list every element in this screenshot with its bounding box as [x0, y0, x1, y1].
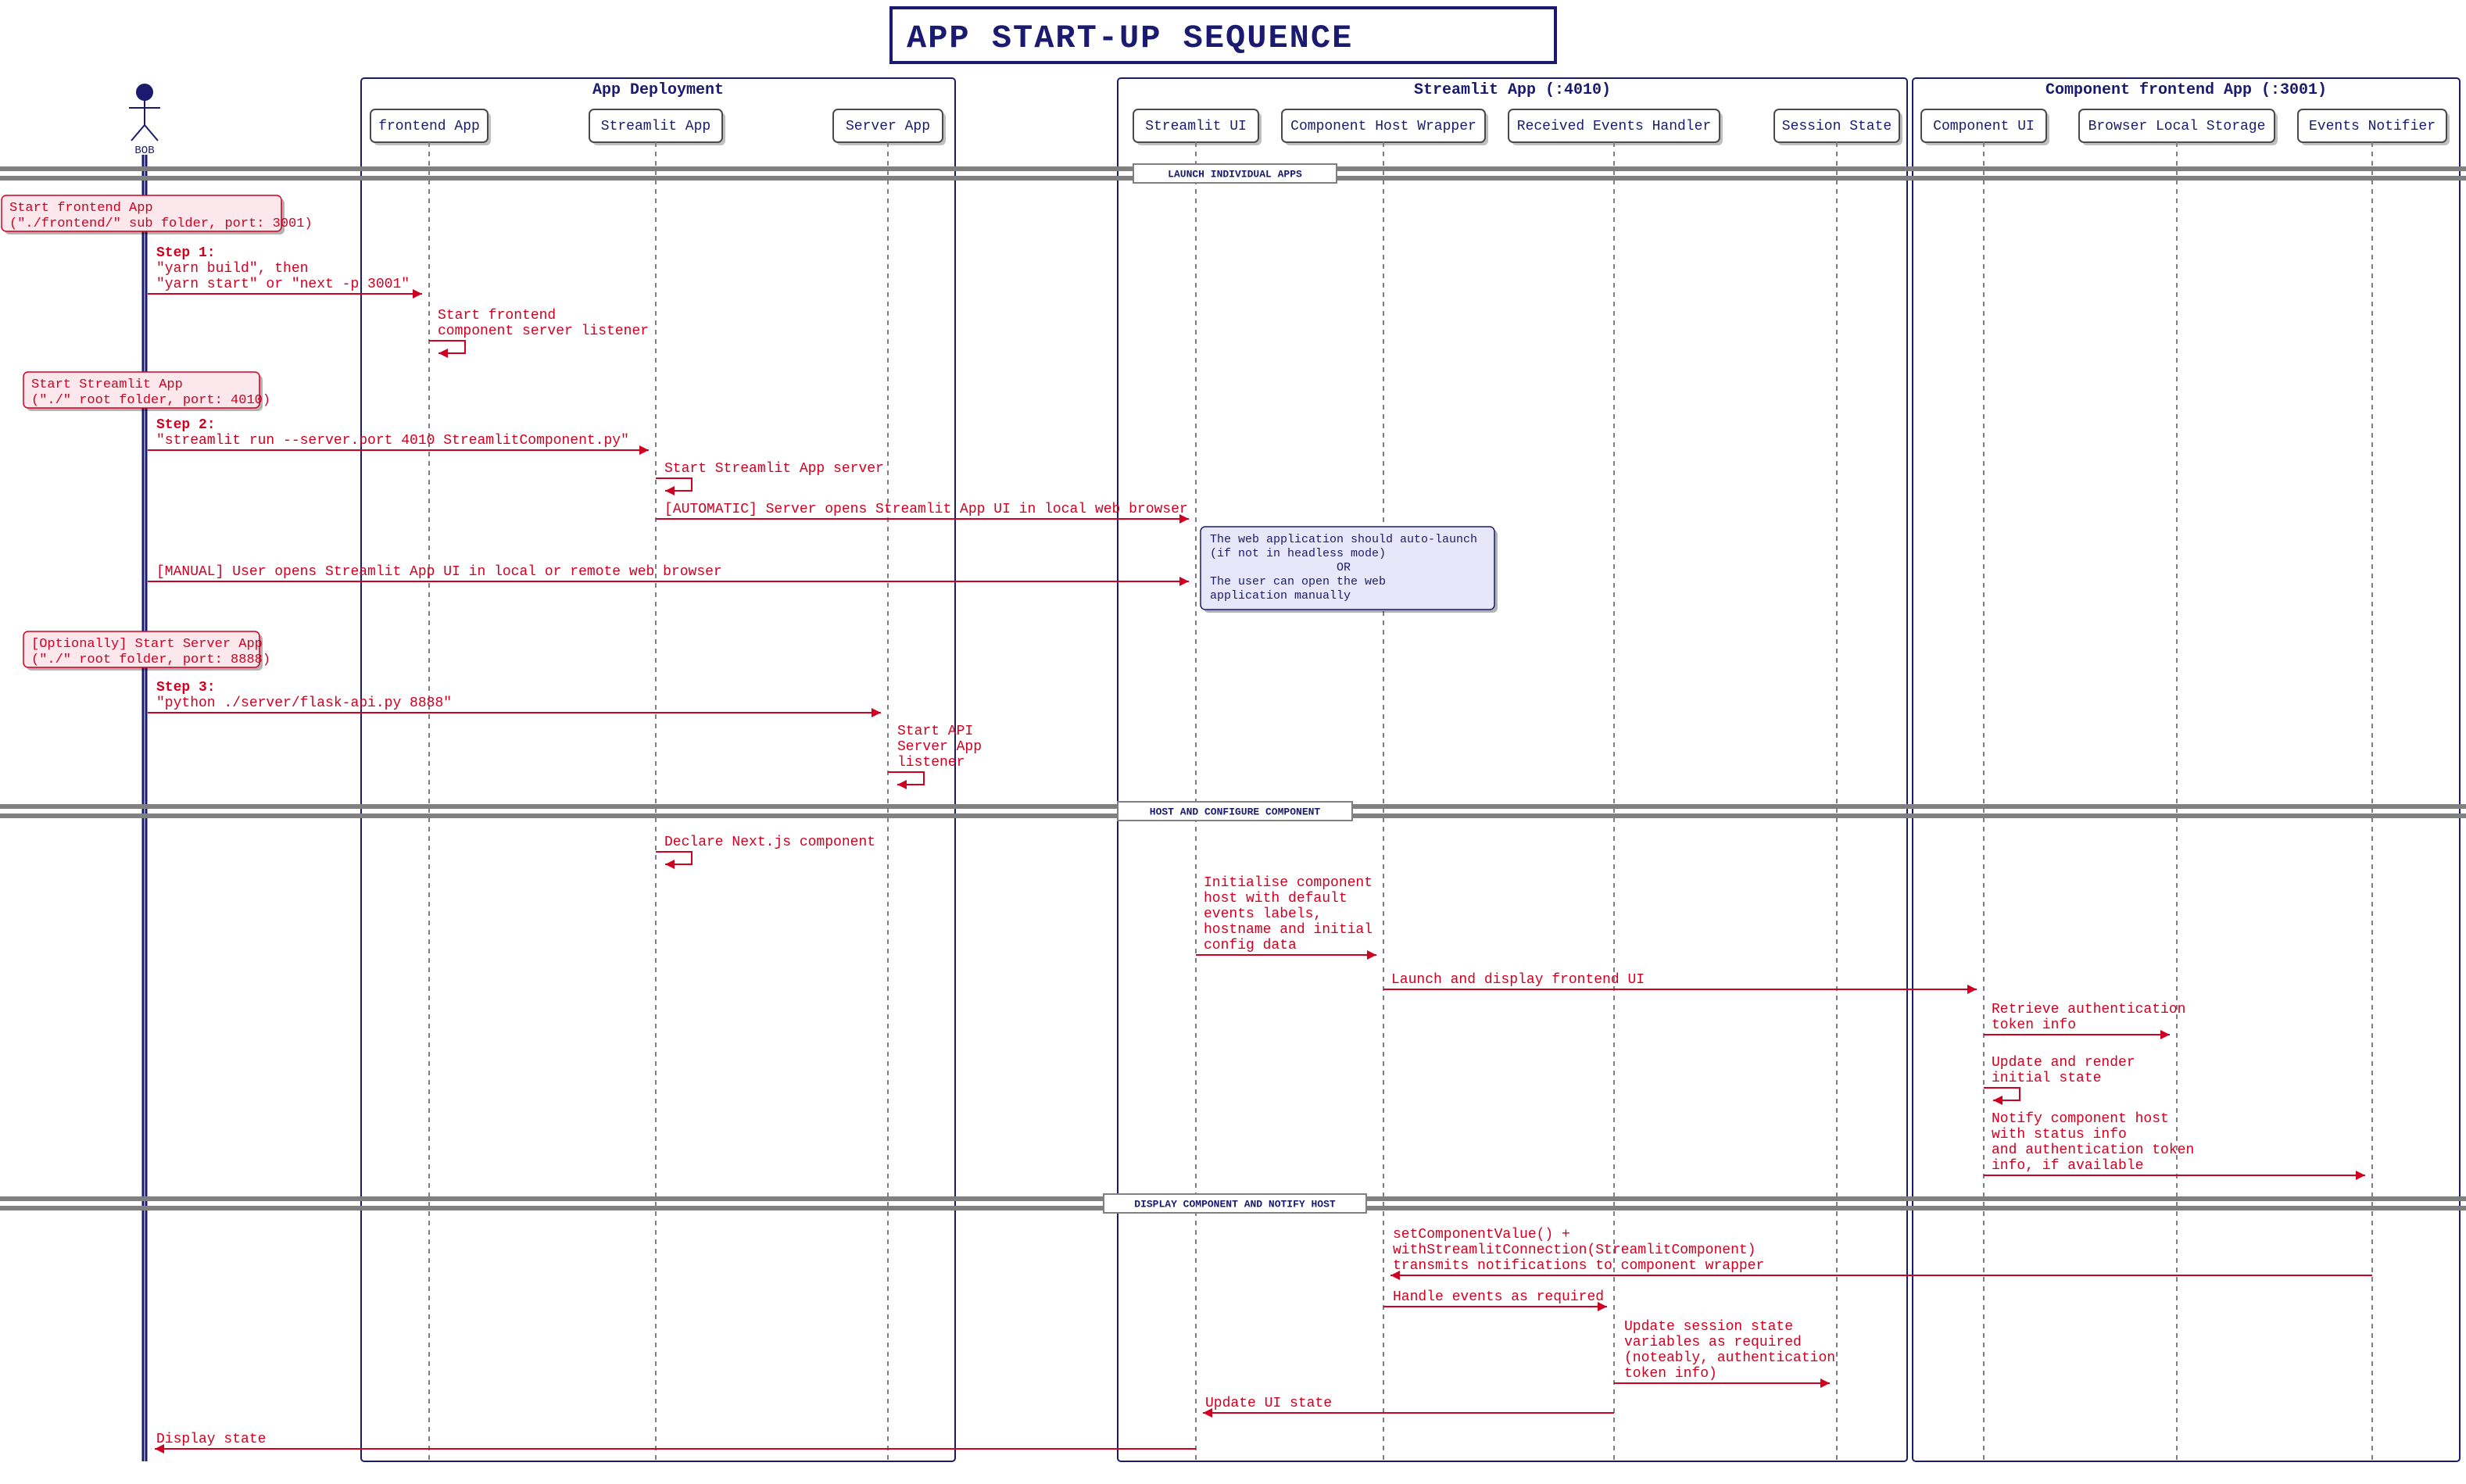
svg-text:Streamlit UI: Streamlit UI	[1145, 119, 1247, 134]
svg-text:Handle events as required: Handle events as required	[1393, 1289, 1604, 1305]
svg-text:"yarn start" or "next -p 3001": "yarn start" or "next -p 3001"	[156, 277, 410, 292]
svg-text:Update session state: Update session state	[1624, 1319, 1793, 1335]
svg-text:LAUNCH INDIVIDUAL APPS: LAUNCH INDIVIDUAL APPS	[1168, 168, 1302, 180]
svg-text:transmits notifications to com: transmits notifications to component wra…	[1393, 1258, 1764, 1274]
svg-text:HOST AND CONFIGURE COMPONENT: HOST AND CONFIGURE COMPONENT	[1150, 806, 1321, 817]
svg-text:OR: OR	[1337, 561, 1351, 574]
svg-text:Notify component host: Notify component host	[1992, 1111, 2169, 1127]
divider-launch-apps: LAUNCH INDIVIDUAL APPS	[0, 164, 2466, 183]
arrow-update-session-state: Update session state variables as requir…	[1614, 1319, 1835, 1388]
arrow-start-api-server: Start API Server App listener	[888, 724, 982, 789]
hnote-start-frontend: Start frontend App ("./frontend/" sub fo…	[2, 195, 313, 234]
arrow-update-ui-state: Update UI state	[1203, 1396, 1614, 1418]
hnote-start-streamlit: Start Streamlit App ("./" root folder, p…	[23, 372, 270, 411]
arrow-launch-frontend-ui: Launch and display frontend UI	[1383, 972, 1977, 994]
arrow-retrieve-auth: Retrieve authentication token info	[1984, 1002, 2185, 1039]
divider-host-configure: HOST AND CONFIGURE COMPONENT	[0, 802, 2466, 821]
group-component-frontend-title: Component frontend App (:3001)	[2045, 81, 2327, 99]
arrow-step3: Step 3: "python ./server/flask-api.py 88…	[148, 680, 881, 717]
svg-text:component server listener: component server listener	[438, 324, 649, 339]
arrow-notify-host: Notify component host with status info a…	[1984, 1111, 2365, 1180]
svg-text:Update and render: Update and render	[1992, 1055, 2135, 1071]
svg-text:application manually: application manually	[1210, 589, 1351, 603]
svg-text:with status info: with status info	[1992, 1127, 2127, 1143]
arrow-streamlit-server: Start Streamlit App server	[656, 461, 884, 495]
svg-text:The user can open the web: The user can open the web	[1210, 575, 1386, 588]
svg-text:events labels,: events labels,	[1204, 906, 1322, 922]
svg-text:Initialise component: Initialise component	[1204, 875, 1373, 891]
svg-text:variables as required: variables as required	[1624, 1335, 1802, 1350]
arrow-update-render: Update and render initial state	[1984, 1055, 2135, 1105]
svg-text:Step 2:: Step 2:	[156, 417, 216, 433]
divider-display-notify: DISPLAY COMPONENT AND NOTIFY HOST	[0, 1194, 2466, 1213]
svg-text:[Optionally] Start Server App: [Optionally] Start Server App	[31, 637, 263, 652]
svg-text:listener: listener	[897, 755, 965, 771]
svg-text:initial state: initial state	[1992, 1071, 2101, 1086]
svg-text:"python ./server/flask-api.py: "python ./server/flask-api.py 8888"	[156, 696, 452, 711]
svg-text:Events Notifier: Events Notifier	[2309, 119, 2436, 134]
svg-text:Server App: Server App	[897, 739, 982, 755]
svg-text:hostname and initial: hostname and initial	[1204, 922, 1373, 938]
arrow-initialise-host: Initialise component host with default e…	[1196, 875, 1376, 960]
svg-text:withStreamlitConnection(Stream: withStreamlitConnection(StreamlitCompone…	[1393, 1243, 1756, 1258]
svg-text:Declare Next.js component: Declare Next.js component	[664, 835, 875, 850]
svg-text:"streamlit run --server.port 4: "streamlit run --server.port 4010 Stream…	[156, 433, 629, 449]
svg-text:Step 1:: Step 1:	[156, 245, 216, 261]
svg-text:setComponentValue() +: setComponentValue() +	[1393, 1227, 1570, 1243]
svg-text:Component UI: Component UI	[1933, 119, 2035, 134]
svg-text:host with default: host with default	[1204, 891, 1348, 906]
svg-text:("./" root folder, port: 4010): ("./" root folder, port: 4010)	[31, 393, 270, 408]
svg-text:frontend App: frontend App	[378, 119, 480, 134]
svg-text:(noteably, authentication: (noteably, authentication	[1624, 1350, 1835, 1366]
svg-text:The web application should aut: The web application should auto-launch	[1210, 533, 1477, 546]
arrow-display-state: Display state	[155, 1432, 1196, 1454]
group-component-frontend	[1913, 78, 2460, 1461]
svg-text:[MANUAL] User opens Streamlit: [MANUAL] User opens Streamlit App UI in …	[156, 564, 722, 580]
group-app-deployment-title: App Deployment	[592, 81, 724, 99]
svg-text:Start frontend App: Start frontend App	[9, 201, 153, 216]
arrow-step2: Step 2: "streamlit run --server.port 401…	[148, 417, 649, 455]
svg-text:"yarn build", then: "yarn build", then	[156, 261, 308, 277]
diagram-title: APP START-UP SEQUENCE	[907, 20, 1353, 57]
svg-text:Update UI state: Update UI state	[1205, 1396, 1332, 1411]
svg-text:config data: config data	[1204, 938, 1297, 953]
svg-text:and authentication token: and authentication token	[1992, 1143, 2194, 1158]
group-streamlit-app-title: Streamlit App (:4010)	[1414, 81, 1611, 99]
svg-text:("./" root folder, port: 8888): ("./" root folder, port: 8888)	[31, 653, 270, 667]
svg-text:DISPLAY COMPONENT AND NOTIFY H: DISPLAY COMPONENT AND NOTIFY HOST	[1134, 1198, 1336, 1210]
arrow-declare-nextjs: Declare Next.js component	[656, 835, 875, 869]
hnote-start-server: [Optionally] Start Server App ("./" root…	[23, 631, 270, 670]
svg-text:[AUTOMATIC] Server opens Strea: [AUTOMATIC] Server opens Streamlit App U…	[664, 502, 1188, 517]
participants: frontend App Streamlit App Server App St…	[370, 109, 2450, 145]
arrow-step1: Step 1: "yarn build", then "yarn start" …	[148, 245, 422, 299]
svg-text:Start API: Start API	[897, 724, 973, 739]
arrow-auto-open-ui: [AUTOMATIC] Server opens Streamlit App U…	[656, 502, 1189, 524]
note-auto-launch: The web application should auto-launch (…	[1201, 527, 1498, 613]
svg-text:Browser Local Storage: Browser Local Storage	[2088, 119, 2266, 134]
svg-text:info, if available: info, if available	[1992, 1158, 2143, 1174]
svg-text:Component Host Wrapper: Component Host Wrapper	[1290, 119, 1476, 134]
svg-text:Start frontend: Start frontend	[438, 308, 556, 324]
svg-text:Step 3:: Step 3:	[156, 680, 216, 696]
svg-text:Streamlit App: Streamlit App	[601, 119, 710, 134]
actor-bob: BOB	[129, 84, 160, 157]
arrow-handle-events: Handle events as required	[1383, 1289, 1607, 1311]
svg-text:Retrieve authentication: Retrieve authentication	[1992, 1002, 2185, 1017]
arrow-manual-open-ui: [MANUAL] User opens Streamlit App UI in …	[148, 564, 1189, 586]
svg-text:Display state: Display state	[156, 1432, 266, 1447]
svg-text:Server App: Server App	[846, 119, 930, 134]
svg-text:("./frontend/" sub folder, por: ("./frontend/" sub folder, port: 3001)	[9, 216, 313, 231]
svg-text:Launch and display frontend UI: Launch and display frontend UI	[1391, 972, 1645, 988]
actor-label: BOB	[134, 145, 154, 157]
svg-text:token info): token info)	[1624, 1366, 1717, 1382]
arrow-set-component-value: setComponentValue() + withStreamlitConne…	[1390, 1227, 2372, 1280]
svg-text:token info: token info	[1992, 1017, 2076, 1033]
svg-text:Start Streamlit App: Start Streamlit App	[31, 377, 183, 392]
group-app-deployment	[361, 78, 955, 1461]
svg-text:Session State: Session State	[1782, 119, 1892, 134]
svg-text:(if not in headless mode): (if not in headless mode)	[1210, 547, 1386, 560]
svg-text:Received Events Handler: Received Events Handler	[1517, 119, 1711, 134]
svg-text:Start Streamlit App server: Start Streamlit App server	[664, 461, 884, 477]
arrow-frontend-listener: Start frontend component server listener	[429, 308, 649, 358]
